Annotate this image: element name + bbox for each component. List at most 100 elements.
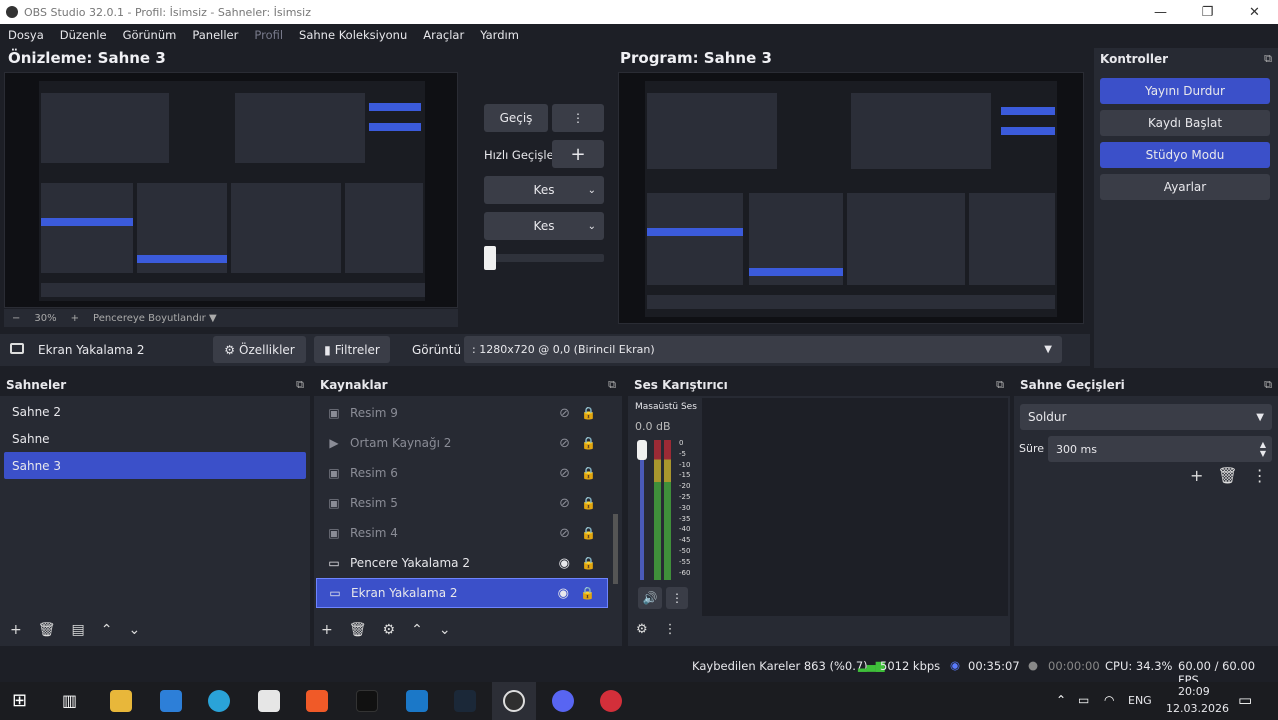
source-item[interactable]: ▭ Pencere Yakalama 2 ◉ 🔒 [316, 548, 608, 578]
t-bar-slider[interactable] [484, 254, 604, 262]
add-icon[interactable]: + [10, 622, 22, 638]
t-bar-handle[interactable] [484, 246, 496, 270]
advanced-audio-icon[interactable]: ⚙ [636, 622, 648, 637]
transition-select[interactable]: Soldur ▼ [1020, 404, 1272, 430]
transition-button[interactable]: Geçiş [484, 104, 548, 132]
menu-duzenle[interactable]: Düzenle [60, 28, 107, 42]
menu-sahne-koleksiyonu[interactable]: Sahne Koleksiyonu [299, 28, 407, 42]
sources-scrollbar[interactable] [613, 514, 618, 584]
source-item[interactable]: ▣ Resim 9 ⊘ 🔒 [316, 398, 608, 428]
lock-icon[interactable]: 🔒 [581, 466, 596, 480]
menu-gorunum[interactable]: Görünüm [123, 28, 177, 42]
settings-button[interactable]: Ayarlar [1100, 174, 1270, 200]
studio-mode-button[interactable]: Stüdyo Modu [1100, 142, 1270, 168]
clock-date[interactable]: 12.03.2026 [1166, 702, 1229, 715]
source-item[interactable]: ▣ Resim 5 ⊘ 🔒 [316, 488, 608, 518]
steam-icon[interactable] [454, 690, 476, 712]
volume-slider-track[interactable] [640, 440, 644, 580]
zoom-out-button[interactable]: − [12, 313, 20, 324]
tiktok-icon[interactable] [356, 690, 378, 712]
maximize-button[interactable]: ❐ [1184, 5, 1231, 20]
eye-off-icon[interactable]: ⊘ [559, 406, 570, 421]
more-vertical-icon[interactable]: ⋮ [664, 622, 677, 637]
undock-icon[interactable]: ⧉ [608, 378, 616, 392]
brave-icon[interactable] [306, 690, 328, 712]
undock-icon[interactable]: ⧉ [296, 378, 304, 392]
scene-item[interactable]: Sahne [4, 425, 306, 452]
start-icon[interactable]: ⊞ [12, 690, 34, 712]
menu-yardim[interactable]: Yardım [480, 28, 519, 42]
menu-dosya[interactable]: Dosya [8, 28, 44, 42]
meter-tick-label: 0 [679, 439, 684, 447]
app-red-icon[interactable] [600, 690, 622, 712]
source-item[interactable]: ▣ Resim 6 ⊘ 🔒 [316, 458, 608, 488]
zoom-in-button[interactable]: + [71, 313, 79, 324]
outlook-icon[interactable] [160, 690, 182, 712]
trash-icon[interactable]: 🗑 [38, 622, 56, 638]
lock-icon[interactable]: 🔒 [581, 406, 596, 420]
volume-slider-handle[interactable] [637, 440, 647, 460]
lock-icon[interactable]: 🔒 [581, 526, 596, 540]
close-button[interactable]: ✕ [1231, 5, 1278, 20]
add-icon[interactable]: + [1190, 466, 1203, 485]
display-select[interactable]: : 1280x720 @ 0,0 (Birincil Ekran) ▼ [464, 336, 1062, 363]
mute-button[interactable]: 🔊 [638, 587, 662, 609]
clock-time[interactable]: 20:09 [1178, 685, 1210, 698]
app-icon[interactable] [406, 690, 428, 712]
filters-button[interactable]: ▮ Filtreler [314, 336, 390, 363]
lock-icon[interactable]: 🔒 [581, 556, 596, 570]
arrow-down-icon[interactable]: ⌄ [128, 622, 140, 638]
duration-input[interactable]: 300 ms ▲ ▼ [1048, 436, 1272, 462]
scene-item[interactable]: Sahne 2 [4, 398, 306, 425]
source-item[interactable]: ▶ Ortam Kaynağı 2 ⊘ 🔒 [316, 428, 608, 458]
start-recording-button[interactable]: Kaydı Başlat [1100, 110, 1270, 136]
lock-icon[interactable]: 🔒 [581, 436, 596, 450]
eye-off-icon[interactable]: ⊘ [559, 496, 570, 511]
file-explorer-icon[interactable] [110, 690, 132, 712]
stop-stream-button[interactable]: Yayını Durdur [1100, 78, 1270, 104]
quick-transition-cut-2[interactable]: Kes ⌄ [484, 212, 604, 240]
menu-paneller[interactable]: Paneller [192, 28, 238, 42]
obs-icon[interactable] [503, 690, 525, 712]
scene-item-selected[interactable]: Sahne 3 [4, 452, 306, 479]
undock-icon[interactable]: ⧉ [996, 378, 1004, 392]
transition-menu-button[interactable]: ⋮ [552, 104, 604, 132]
eye-off-icon[interactable]: ⊘ [559, 466, 570, 481]
source-item[interactable]: ▣ Resim 4 ⊘ 🔒 [316, 518, 608, 548]
notification-icon[interactable]: ▭ [1238, 691, 1252, 709]
fit-to-window-dropdown[interactable]: Pencereye Boyutlandır ▼ [93, 313, 217, 324]
quick-transition-cut-1[interactable]: Kes ⌄ [484, 176, 604, 204]
source-item-selected[interactable]: ▭ Ekran Yakalama 2 ◉ 🔒 [316, 578, 608, 608]
eye-off-icon[interactable]: ⊘ [559, 436, 570, 451]
lock-icon[interactable]: 🔒 [581, 496, 596, 510]
menu-profil[interactable]: Profil [254, 28, 283, 42]
stepper-icon[interactable]: ▲ ▼ [1260, 440, 1266, 458]
menu-araclar[interactable]: Araçlar [423, 28, 464, 42]
arrow-up-icon[interactable]: ⌃ [101, 622, 113, 638]
tray-chevron-icon[interactable]: ⌃ [1056, 693, 1066, 707]
filter-icon[interactable]: ▤ [72, 622, 85, 638]
minimize-button[interactable]: — [1137, 5, 1184, 20]
trash-icon[interactable]: 🗑 [1217, 466, 1237, 485]
undock-icon[interactable]: ⧉ [1264, 378, 1272, 392]
eye-off-icon[interactable]: ⊘ [559, 526, 570, 541]
arrow-down-icon[interactable]: ⌄ [439, 622, 451, 638]
eye-icon[interactable]: ◉ [559, 556, 570, 571]
edge-icon[interactable] [208, 690, 230, 712]
gear-icon[interactable]: ⚙ [383, 622, 396, 638]
lock-icon[interactable]: 🔒 [580, 586, 595, 600]
discord-icon[interactable] [552, 690, 574, 712]
language-indicator[interactable]: ENG [1128, 694, 1152, 707]
preview-canvas[interactable] [4, 72, 458, 308]
add-quick-transition-button[interactable]: + [552, 140, 604, 168]
more-vertical-icon[interactable]: ⋮ [1252, 466, 1268, 485]
store-icon[interactable] [258, 690, 280, 712]
mixer-menu-button[interactable]: ⋮ [666, 587, 688, 609]
add-icon[interactable]: + [321, 622, 333, 638]
undock-icon[interactable]: ⧉ [1264, 52, 1272, 66]
arrow-up-icon[interactable]: ⌃ [411, 622, 423, 638]
task-view-icon[interactable]: ▥ [62, 690, 84, 712]
trash-icon[interactable]: 🗑 [349, 622, 367, 638]
properties-button[interactable]: ⚙ Özellikler [213, 336, 306, 363]
eye-icon[interactable]: ◉ [558, 586, 569, 601]
